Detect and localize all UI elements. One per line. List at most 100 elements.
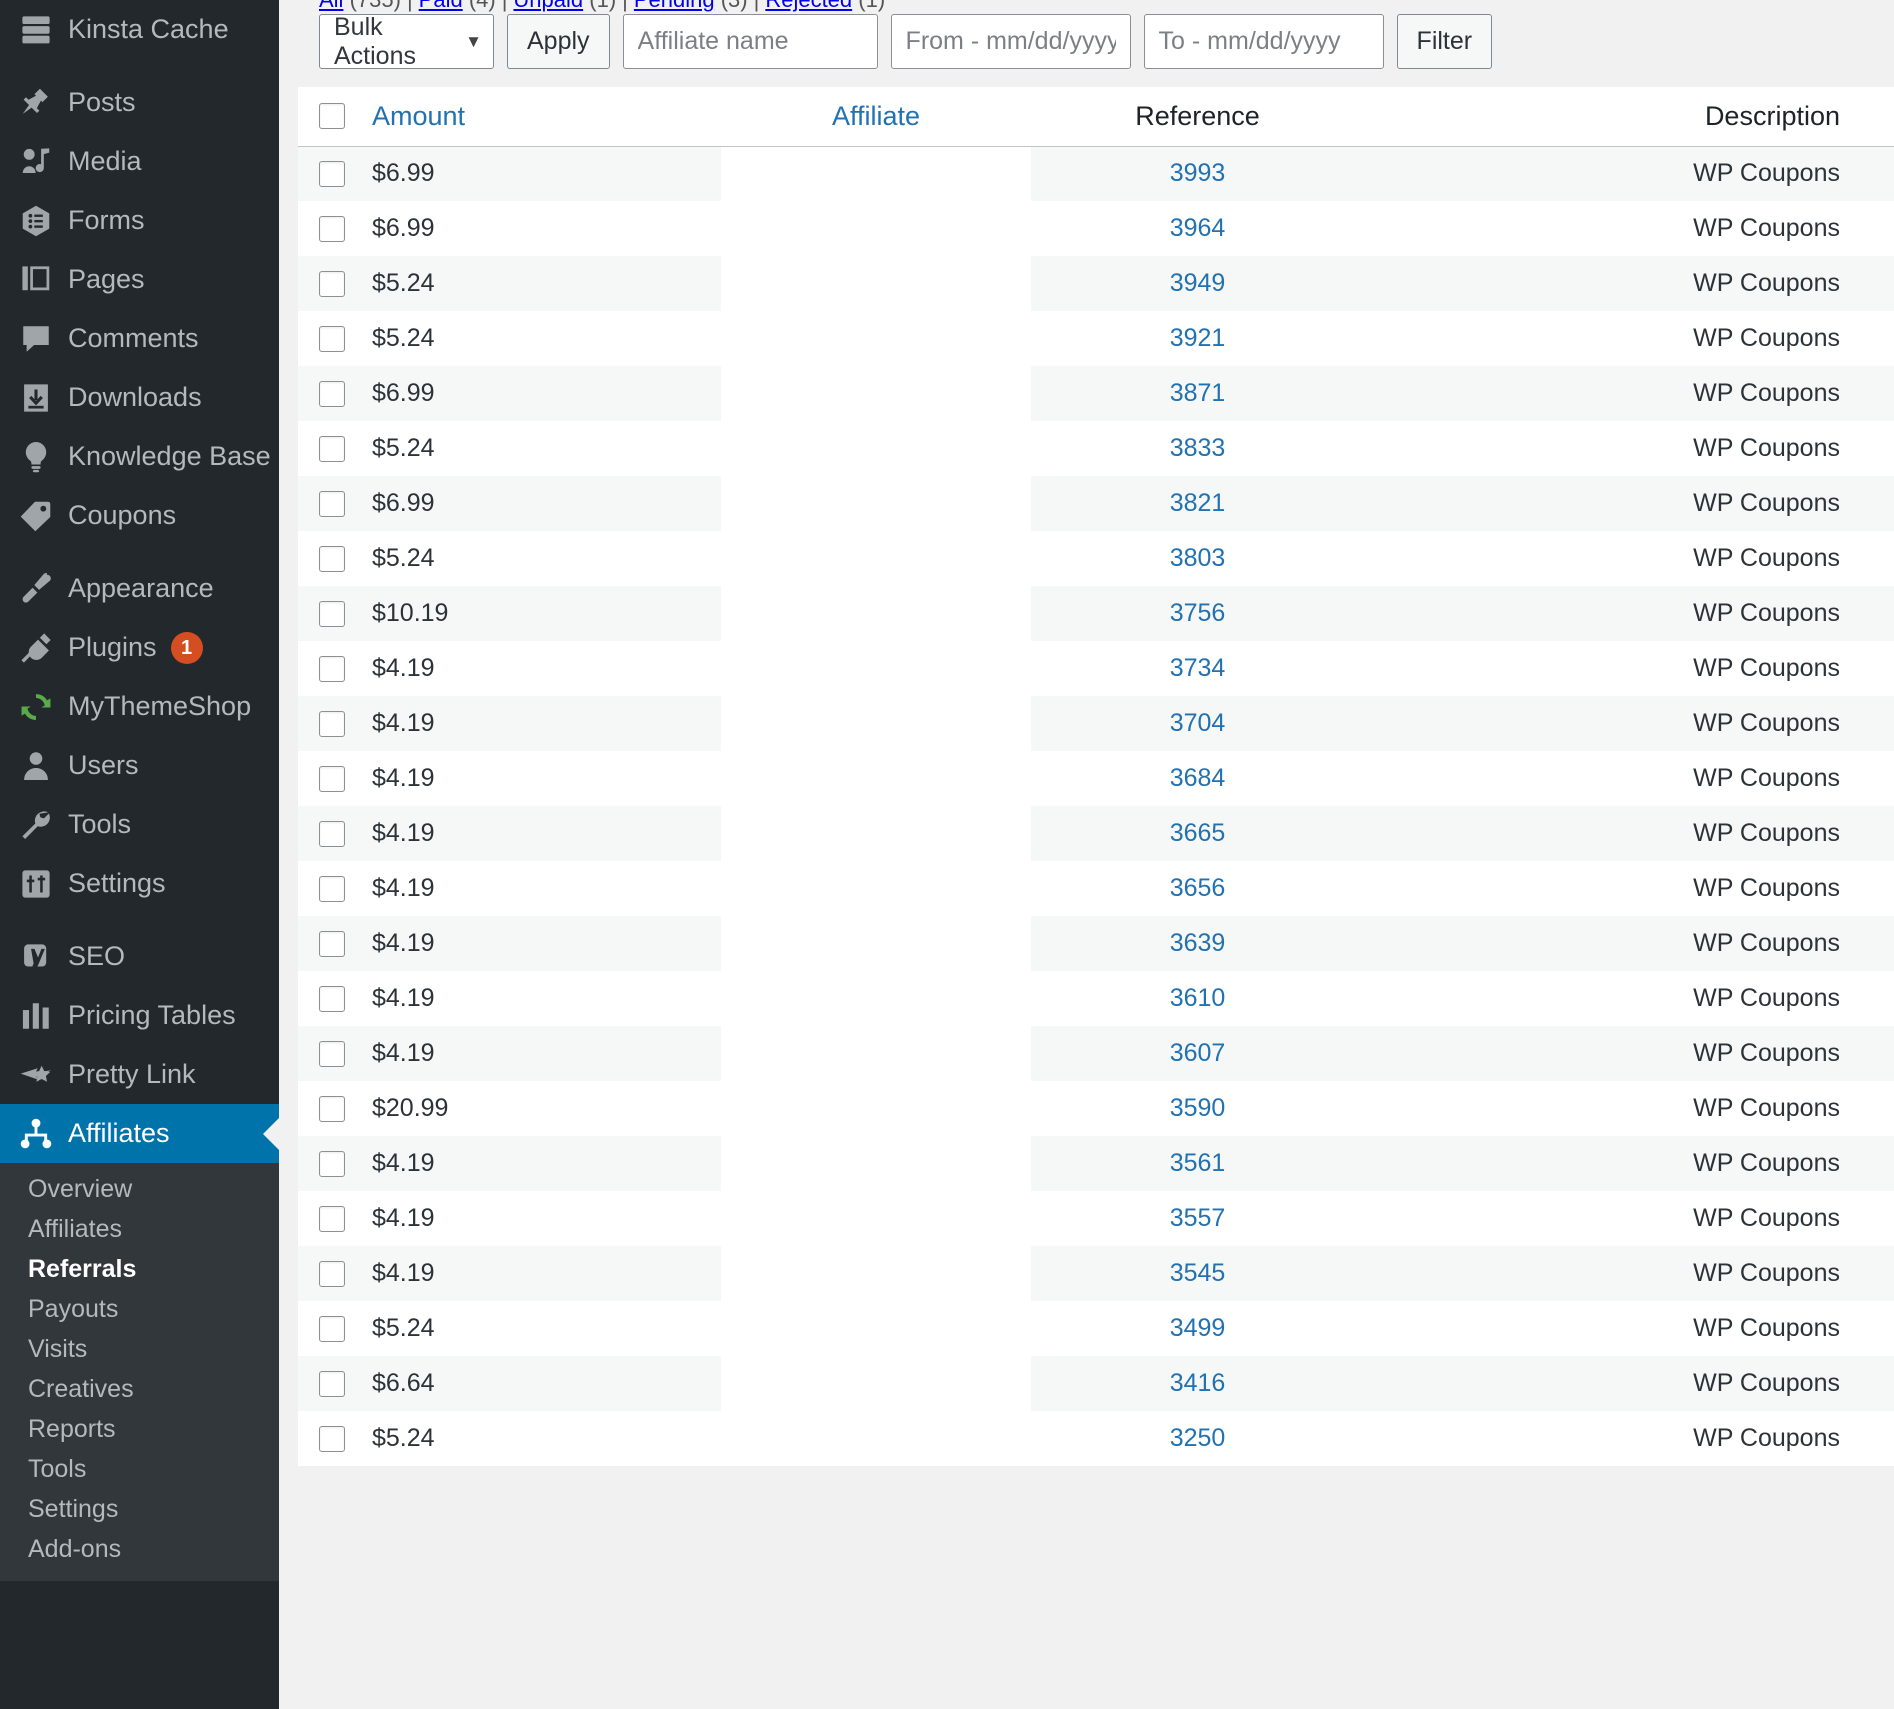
table-row[interactable]: $4.19 3610 WP Coupons bbox=[298, 971, 1894, 1026]
row-checkbox[interactable] bbox=[319, 600, 345, 627]
sidebar-item-seo[interactable]: SEO bbox=[0, 927, 279, 986]
reference-link[interactable]: 3250 bbox=[1170, 1424, 1226, 1452]
submenu-item-settings[interactable]: Settings bbox=[0, 1489, 279, 1529]
row-checkbox[interactable] bbox=[319, 215, 345, 242]
sidebar-item-posts[interactable]: Posts bbox=[0, 73, 279, 132]
reference-link[interactable]: 3734 bbox=[1170, 654, 1226, 682]
affiliate-name-input[interactable] bbox=[622, 14, 878, 69]
table-row[interactable]: $6.99 3964 WP Coupons bbox=[298, 201, 1894, 256]
table-row[interactable]: $4.19 3561 WP Coupons bbox=[298, 1136, 1894, 1191]
table-row[interactable]: $4.19 3656 WP Coupons bbox=[298, 861, 1894, 916]
reference-link[interactable]: 3416 bbox=[1170, 1369, 1226, 1397]
reference-link[interactable]: 3607 bbox=[1170, 1039, 1226, 1067]
table-row[interactable]: $5.24 3921 WP Coupons bbox=[298, 311, 1894, 366]
sidebar-item-plugins[interactable]: Plugins 1 bbox=[0, 618, 279, 677]
from-date-input[interactable] bbox=[890, 14, 1131, 69]
table-row[interactable]: $5.24 3949 WP Coupons bbox=[298, 256, 1894, 311]
submenu-item-tools[interactable]: Tools bbox=[0, 1449, 279, 1489]
submenu-item-reports[interactable]: Reports bbox=[0, 1409, 279, 1449]
sidebar-item-comments[interactable]: Comments bbox=[0, 309, 279, 368]
submenu-item-visits[interactable]: Visits bbox=[0, 1329, 279, 1369]
row-checkbox[interactable] bbox=[319, 435, 345, 462]
sidebar-item-tools[interactable]: Tools bbox=[0, 795, 279, 854]
sidebar-item-pricing-tables[interactable]: Pricing Tables bbox=[0, 986, 279, 1045]
status-link-rejected[interactable]: Rejected bbox=[765, 0, 852, 12]
sidebar-item-appearance[interactable]: Appearance bbox=[0, 559, 279, 618]
row-checkbox[interactable] bbox=[319, 875, 345, 902]
sidebar-item-users[interactable]: Users bbox=[0, 736, 279, 795]
table-row[interactable]: $4.19 3665 WP Coupons bbox=[298, 806, 1894, 861]
reference-link[interactable]: 3993 bbox=[1170, 159, 1226, 187]
row-checkbox[interactable] bbox=[319, 1260, 345, 1287]
row-checkbox[interactable] bbox=[319, 380, 345, 407]
reference-link[interactable]: 3964 bbox=[1170, 214, 1226, 242]
row-checkbox[interactable] bbox=[319, 325, 345, 352]
status-link-paid[interactable]: Paid bbox=[419, 0, 463, 12]
reference-link[interactable]: 3610 bbox=[1170, 984, 1226, 1012]
sidebar-item-kinsta-cache[interactable]: Kinsta Cache bbox=[0, 0, 279, 59]
submenu-item-add-ons[interactable]: Add-ons bbox=[0, 1529, 279, 1569]
table-row[interactable]: $6.99 3821 WP Coupons bbox=[298, 476, 1894, 531]
row-checkbox[interactable] bbox=[319, 1425, 345, 1452]
sidebar-item-coupons[interactable]: Coupons bbox=[0, 486, 279, 545]
sidebar-item-media[interactable]: Media bbox=[0, 132, 279, 191]
table-row[interactable]: $4.19 3639 WP Coupons bbox=[298, 916, 1894, 971]
table-row[interactable]: $6.64 3416 WP Coupons bbox=[298, 1356, 1894, 1411]
reference-link[interactable]: 3557 bbox=[1170, 1204, 1226, 1232]
table-row[interactable]: $5.24 3250 WP Coupons bbox=[298, 1411, 1894, 1466]
table-row[interactable]: $4.19 3734 WP Coupons bbox=[298, 641, 1894, 696]
reference-link[interactable]: 3684 bbox=[1170, 764, 1226, 792]
submenu-item-payouts[interactable]: Payouts bbox=[0, 1289, 279, 1329]
reference-link[interactable]: 3665 bbox=[1170, 819, 1226, 847]
reference-link[interactable]: 3590 bbox=[1170, 1094, 1226, 1122]
row-checkbox[interactable] bbox=[319, 1150, 345, 1177]
row-checkbox[interactable] bbox=[319, 545, 345, 572]
sidebar-item-downloads[interactable]: Downloads bbox=[0, 368, 279, 427]
submenu-item-creatives[interactable]: Creatives bbox=[0, 1369, 279, 1409]
reference-link[interactable]: 3656 bbox=[1170, 874, 1226, 902]
reference-link[interactable]: 3921 bbox=[1170, 324, 1226, 352]
reference-link[interactable]: 3704 bbox=[1170, 709, 1226, 737]
table-row[interactable]: $4.19 3607 WP Coupons bbox=[298, 1026, 1894, 1081]
sidebar-item-affiliates[interactable]: Affiliates bbox=[0, 1104, 279, 1163]
filter-button[interactable]: Filter bbox=[1396, 14, 1493, 69]
row-checkbox[interactable] bbox=[319, 1095, 345, 1122]
row-checkbox[interactable] bbox=[319, 1040, 345, 1067]
select-all-checkbox[interactable] bbox=[319, 103, 345, 130]
sidebar-item-settings[interactable]: Settings bbox=[0, 854, 279, 913]
to-date-input[interactable] bbox=[1143, 14, 1384, 69]
table-row[interactable]: $4.19 3557 WP Coupons bbox=[298, 1191, 1894, 1246]
row-checkbox[interactable] bbox=[319, 655, 345, 682]
reference-link[interactable]: 3949 bbox=[1170, 269, 1226, 297]
row-checkbox[interactable] bbox=[319, 160, 345, 187]
reference-link[interactable]: 3821 bbox=[1170, 489, 1226, 517]
table-row[interactable]: $4.19 3545 WP Coupons bbox=[298, 1246, 1894, 1301]
status-link-all[interactable]: All bbox=[319, 0, 343, 12]
table-row[interactable]: $6.99 3871 WP Coupons bbox=[298, 366, 1894, 421]
table-row[interactable]: $5.24 3803 WP Coupons bbox=[298, 531, 1894, 586]
row-checkbox[interactable] bbox=[319, 710, 345, 737]
submenu-item-referrals[interactable]: Referrals bbox=[0, 1249, 279, 1289]
column-header-amount-link[interactable]: Amount bbox=[372, 101, 465, 131]
table-row[interactable]: $4.19 3704 WP Coupons bbox=[298, 696, 1894, 751]
apply-button[interactable]: Apply bbox=[507, 14, 610, 69]
row-checkbox[interactable] bbox=[319, 985, 345, 1012]
reference-link[interactable]: 3499 bbox=[1170, 1314, 1226, 1342]
row-checkbox[interactable] bbox=[319, 930, 345, 957]
sidebar-item-knowledge-base[interactable]: Knowledge Base bbox=[0, 427, 279, 486]
reference-link[interactable]: 3639 bbox=[1170, 929, 1226, 957]
reference-link[interactable]: 3561 bbox=[1170, 1149, 1226, 1177]
row-checkbox[interactable] bbox=[319, 1205, 345, 1232]
table-row[interactable]: $4.19 3684 WP Coupons bbox=[298, 751, 1894, 806]
row-checkbox[interactable] bbox=[319, 490, 345, 517]
reference-link[interactable]: 3545 bbox=[1170, 1259, 1226, 1287]
table-row[interactable]: $20.99 3590 WP Coupons bbox=[298, 1081, 1894, 1136]
column-header-affiliate[interactable]: Affiliate bbox=[721, 87, 1031, 147]
reference-link[interactable]: 3871 bbox=[1170, 379, 1226, 407]
sidebar-item-forms[interactable]: Forms bbox=[0, 191, 279, 250]
sidebar-item-pages[interactable]: Pages bbox=[0, 250, 279, 309]
bulk-actions-select[interactable]: Bulk Actions ▼ bbox=[319, 13, 494, 70]
status-link-pending[interactable]: Pending bbox=[634, 0, 715, 12]
status-link-unpaid[interactable]: Unpaid bbox=[513, 0, 583, 12]
submenu-item-overview[interactable]: Overview bbox=[0, 1169, 279, 1209]
